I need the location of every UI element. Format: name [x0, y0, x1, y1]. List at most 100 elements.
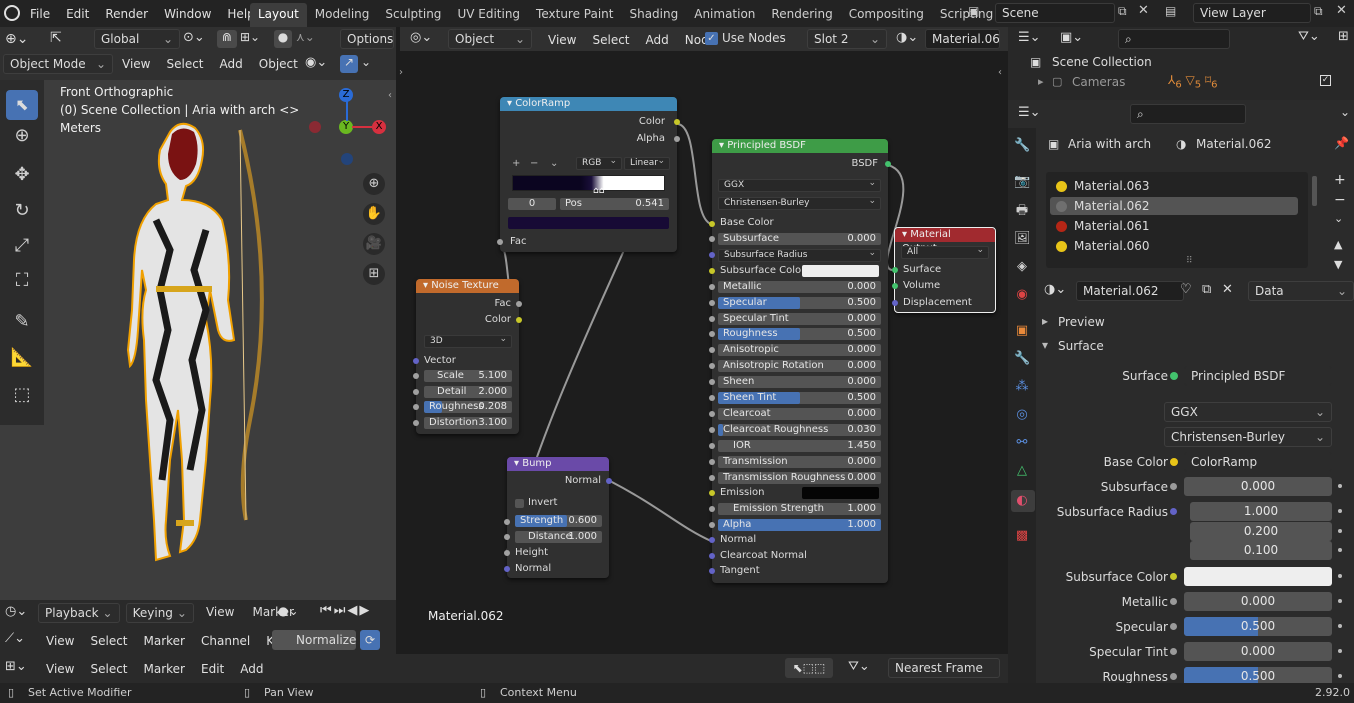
- physics-tab-icon[interactable]: ◎: [1014, 407, 1030, 423]
- viewport-menu-add[interactable]: Add: [212, 57, 251, 71]
- prop-specular-socket-icon[interactable]: [1170, 623, 1177, 630]
- view-layer-field[interactable]: View Layer: [1193, 3, 1311, 23]
- particles-tab-icon[interactable]: ⁂: [1014, 379, 1030, 395]
- viewport-menu-select[interactable]: Select: [158, 57, 211, 71]
- material-tab-icon[interactable]: ◐: [1014, 493, 1030, 509]
- noise-dimension-dropdown[interactable]: 3D: [424, 334, 512, 348]
- viewport-menu-object[interactable]: Object: [251, 57, 306, 71]
- nla-menu-view[interactable]: View: [38, 662, 82, 676]
- bsdf-roughness-field[interactable]: Roughness 0.500: [718, 328, 881, 341]
- colorramp-header[interactable]: ▾ ColorRamp: [500, 97, 677, 111]
- neg-z-axis-icon[interactable]: [341, 153, 353, 165]
- scene-field[interactable]: Scene: [995, 3, 1115, 23]
- bsdf-header[interactable]: ▾ Principled BSDF: [712, 139, 888, 153]
- object-tab-icon[interactable]: ▣: [1014, 323, 1030, 339]
- bsdf-anisotropic-rotation-socket[interactable]: [709, 363, 715, 370]
- bsdf-normal-socket[interactable]: [709, 537, 715, 543]
- bsdf-anisotropic-rotation-field[interactable]: Anisotropic Rotation 0.000: [718, 360, 881, 373]
- add-stop-icon[interactable]: +: [512, 158, 520, 170]
- timeline-keying[interactable]: Keying: [125, 603, 194, 623]
- x-axis-icon[interactable]: X: [372, 120, 386, 134]
- playback-controls-icon[interactable]: ⏮⏭◀▶: [320, 603, 371, 618]
- node-editor[interactable]: ◎⌄ Object ViewSelectAddNode ✓ Use Nodes …: [399, 27, 1008, 654]
- output-displacement-socket[interactable]: [892, 300, 898, 306]
- bsdf-specular-tint-field[interactable]: Specular Tint 0.000: [718, 312, 881, 325]
- browse-material-icon[interactable]: ◑⌄: [1044, 282, 1066, 297]
- scale-tool-icon[interactable]: ⤢: [10, 237, 34, 255]
- outliner-filter-icon[interactable]: ⛛⌄: [1298, 29, 1320, 44]
- bsdf-subsurface-field[interactable]: Subsurface 0.000: [718, 233, 881, 245]
- prop-specular-tint-keyframe-icon[interactable]: [1338, 649, 1342, 653]
- prop-specular-tint-field[interactable]: 0.000: [1184, 642, 1332, 661]
- properties-type-icon[interactable]: ☰⌄: [1018, 105, 1041, 120]
- pin-icon[interactable]: 📌: [1334, 136, 1349, 150]
- noise-vector-socket[interactable]: [413, 358, 419, 364]
- noise-texture-node[interactable]: ▾ Noise Texture Fac Color 3D Vector Scal…: [413, 279, 522, 434]
- bump-normal-in-socket[interactable]: [504, 566, 510, 572]
- y-axis-icon[interactable]: Y: [339, 120, 353, 134]
- slot-list-scrollbar[interactable]: [1312, 176, 1317, 206]
- material-field[interactable]: Material.062: [1076, 281, 1184, 301]
- viewport-menu-view[interactable]: View: [114, 57, 158, 71]
- pivot-icon[interactable]: ⊙⌄: [183, 30, 205, 45]
- bsdf-basecolor-socket[interactable]: [709, 221, 715, 227]
- bsdf-transmission-socket[interactable]: [709, 458, 715, 465]
- snap-target-icon[interactable]: ⊞⌄: [240, 30, 260, 44]
- nla-menu-marker[interactable]: Marker: [136, 662, 193, 676]
- snap-mode-dropdown[interactable]: Nearest Frame: [888, 658, 1000, 678]
- bsdf-sheen-tint-socket[interactable]: [709, 395, 715, 401]
- camera-icon[interactable]: 🎥: [363, 233, 385, 255]
- tab-compositing[interactable]: Compositing: [841, 3, 932, 27]
- noise-color-socket[interactable]: [516, 317, 522, 323]
- move-slot-up-icon[interactable]: ▲: [1334, 238, 1342, 251]
- graph-menu-marker[interactable]: Marker: [136, 634, 193, 648]
- bsdf-alpha-socket[interactable]: [709, 522, 715, 529]
- surface-expand-icon[interactable]: ▾: [1042, 338, 1048, 352]
- cameras-collection-label[interactable]: Cameras: [1072, 75, 1125, 89]
- prop-metallic-field[interactable]: 0.000: [1184, 592, 1332, 611]
- graph-editor-icon[interactable]: ⟋⌄: [5, 631, 25, 646]
- measure-tool-icon[interactable]: 📐: [10, 349, 34, 367]
- ramp-interp-dropdown[interactable]: Linear: [624, 156, 670, 170]
- delete-view-layer-icon[interactable]: ✕: [1336, 3, 1347, 18]
- tab-uv-editing[interactable]: UV Editing: [449, 3, 528, 27]
- bump-node[interactable]: ▾ Bump Normal Invert Strength 0.600 Dista…: [504, 457, 612, 578]
- annotate-tool-icon[interactable]: ✎: [10, 313, 34, 331]
- noise-detail-field[interactable]: Detail 2.000: [424, 386, 512, 398]
- color-ramp-gradient[interactable]: [512, 175, 665, 191]
- material-slot-row[interactable]: Material.061: [1050, 217, 1298, 235]
- prop-subsurface-radius-socket-icon[interactable]: [1170, 508, 1177, 515]
- bsdf-emission-strength-field[interactable]: Emission Strength 1.000: [718, 503, 881, 516]
- prop-extra-6-field[interactable]: 0.200: [1190, 522, 1332, 541]
- colorramp-alpha-socket[interactable]: [674, 136, 680, 142]
- view-layer-tab-icon[interactable]: 🖼: [1014, 231, 1031, 247]
- bsdf-transmission-roughness-socket[interactable]: [709, 474, 715, 481]
- normalize-toggle[interactable]: Normalize: [272, 630, 356, 650]
- bump-normal-out-socket[interactable]: [606, 478, 612, 484]
- bsdf-clearcoat-roughness-socket[interactable]: [709, 426, 715, 433]
- orientation-dropdown[interactable]: Global: [94, 29, 180, 49]
- bsdf-tangent-socket[interactable]: [709, 568, 715, 574]
- prop-base-color-socket-icon[interactable]: [1170, 458, 1178, 466]
- prop-roughness-socket-icon[interactable]: [1170, 673, 1177, 680]
- falloff-icon[interactable]: ⋏⌄: [296, 30, 315, 44]
- noise-distortion-field[interactable]: Distortion 3.100: [424, 417, 512, 429]
- bsdf-specular-tint-socket[interactable]: [709, 315, 715, 322]
- transform-icon[interactable]: ⇱: [50, 30, 62, 46]
- select-tool-icon[interactable]: ⬉: [6, 90, 38, 120]
- bump-height-socket[interactable]: [504, 550, 510, 556]
- output-tab-icon[interactable]: 🖶: [1014, 203, 1030, 219]
- noise-roughness-field[interactable]: Roughness 0.208: [424, 401, 512, 413]
- data-tab-icon[interactable]: △: [1014, 463, 1030, 479]
- prop-specular-field[interactable]: 0.500: [1184, 617, 1332, 636]
- nla-editor-icon[interactable]: ⊞⌄: [5, 659, 27, 674]
- output-target-dropdown[interactable]: All: [901, 245, 989, 259]
- prop-extra-1-dropdown[interactable]: GGX: [1164, 402, 1332, 422]
- material-slot-row[interactable]: Material.062: [1050, 197, 1298, 215]
- modifier-tab-icon[interactable]: 🔧: [1014, 351, 1030, 367]
- select-box-icon[interactable]: ⬉⬚⬚: [785, 658, 833, 678]
- prop-subsurface-field[interactable]: 0.000: [1184, 477, 1332, 496]
- move-tool-icon[interactable]: ✥: [10, 166, 34, 184]
- editor-type-icon[interactable]: ⊕⌄: [5, 31, 28, 47]
- surface-panel-label[interactable]: Surface: [1058, 339, 1104, 353]
